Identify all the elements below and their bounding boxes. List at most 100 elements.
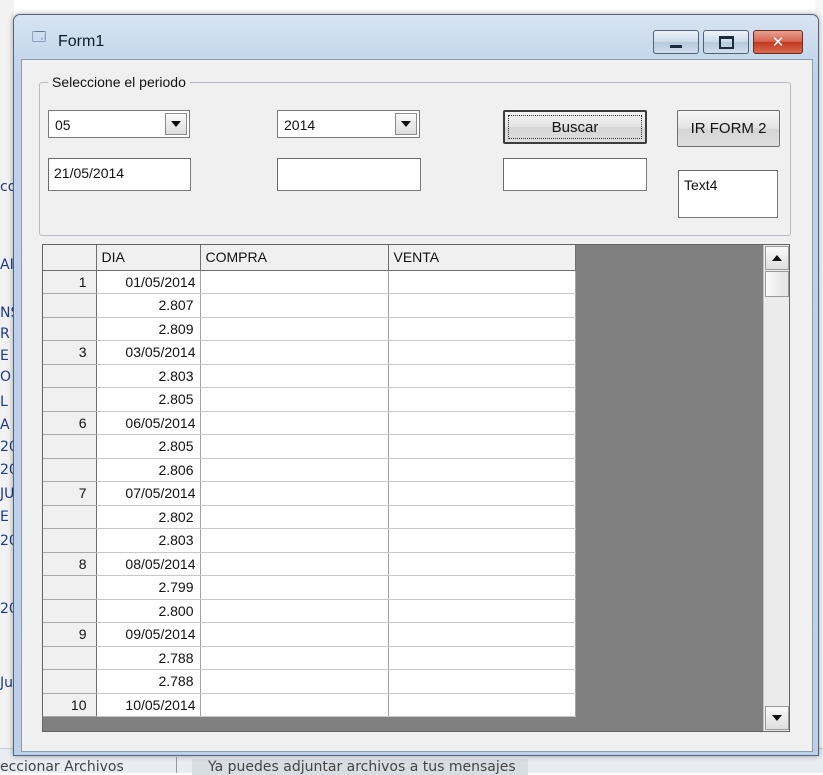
grid-row[interactable]: 2.803 xyxy=(43,528,576,553)
grid-cell-venta[interactable] xyxy=(388,669,576,694)
year-combo-dropdown-button[interactable] xyxy=(395,113,417,135)
grid-row[interactable]: 1 01/05/2014 xyxy=(43,270,576,294)
text4-field[interactable]: Text4 xyxy=(678,170,778,218)
grid-row-header[interactable]: 8 xyxy=(43,552,97,576)
grid-row[interactable]: 7 07/05/2014 xyxy=(43,481,576,506)
grid-cell-dia[interactable]: 10/05/2014 xyxy=(96,693,201,717)
close-button[interactable]: ✕ xyxy=(753,30,803,54)
grid-row-header[interactable] xyxy=(43,528,97,553)
grid-cell-compra[interactable] xyxy=(200,364,389,388)
grid-cell-dia[interactable]: 2.805 xyxy=(96,387,201,412)
grid-row-header[interactable] xyxy=(43,434,97,459)
grid-row[interactable]: 3 03/05/2014 xyxy=(43,340,576,365)
background-tab-attach-files[interactable]: Ya puedes adjuntar archivos a tus mensaj… xyxy=(192,759,528,775)
grid-cell-compra[interactable] xyxy=(200,505,389,529)
grid-cell-venta[interactable] xyxy=(388,270,576,294)
grid-cell-compra[interactable] xyxy=(200,340,389,365)
grid-cell-dia[interactable]: 2.788 xyxy=(96,646,201,670)
grid-row[interactable]: 2.788 xyxy=(43,669,576,694)
grid-cell-compra[interactable] xyxy=(200,693,389,717)
grid-cell-venta[interactable] xyxy=(388,293,576,318)
grid-row-header[interactable] xyxy=(43,646,97,670)
grid-cell-venta[interactable] xyxy=(388,387,576,412)
grid-cell-compra[interactable] xyxy=(200,481,389,506)
grid-cell-dia[interactable]: 08/05/2014 xyxy=(96,552,201,576)
grid-cell-dia[interactable]: 2.788 xyxy=(96,669,201,694)
grid-row-header[interactable]: 1 xyxy=(43,270,97,294)
grid-cell-venta[interactable] xyxy=(388,481,576,506)
grid-row-header[interactable] xyxy=(43,505,97,529)
minimize-button[interactable] xyxy=(653,30,699,54)
grid-cell-dia[interactable]: 2.799 xyxy=(96,575,201,600)
grid-vertical-scrollbar[interactable] xyxy=(763,245,789,731)
grid-row-header[interactable] xyxy=(43,599,97,623)
grid-cell-dia[interactable]: 2.805 xyxy=(96,434,201,459)
grid-row[interactable]: 10 10/05/2014 xyxy=(43,693,576,717)
grid-row-header[interactable] xyxy=(43,293,97,318)
grid-cell-compra[interactable] xyxy=(200,293,389,318)
grid-cell-venta[interactable] xyxy=(388,622,576,647)
grid-cell-venta[interactable] xyxy=(388,458,576,482)
grid-row-header[interactable]: 10 xyxy=(43,693,97,717)
grid-cell-venta[interactable] xyxy=(388,599,576,623)
grid-row[interactable]: 2.805 xyxy=(43,434,576,459)
grid-cell-compra[interactable] xyxy=(200,646,389,670)
grid-row[interactable]: 2.800 xyxy=(43,599,576,623)
grid-row[interactable]: 2.805 xyxy=(43,387,576,412)
grid-cell-dia[interactable]: 2.800 xyxy=(96,599,201,623)
scroll-up-button[interactable] xyxy=(765,246,789,270)
grid-cell-compra[interactable] xyxy=(200,622,389,647)
grid-cell-venta[interactable] xyxy=(388,646,576,670)
grid-cell-dia[interactable]: 2.809 xyxy=(96,317,201,341)
grid-row[interactable]: 9 09/05/2014 xyxy=(43,622,576,647)
grid-row[interactable]: 2.799 xyxy=(43,575,576,600)
grid-cell-dia[interactable]: 03/05/2014 xyxy=(96,340,201,365)
grid-row-header[interactable]: 6 xyxy=(43,411,97,435)
grid-cell-dia[interactable]: 07/05/2014 xyxy=(96,481,201,506)
grid-cell-compra[interactable] xyxy=(200,599,389,623)
grid-cell-venta[interactable] xyxy=(388,552,576,576)
grid-row-header[interactable] xyxy=(43,387,97,412)
grid-cell-dia[interactable]: 2.802 xyxy=(96,505,201,529)
grid-cell-dia[interactable]: 2.806 xyxy=(96,458,201,482)
text-field-3[interactable] xyxy=(503,158,647,191)
grid-row[interactable]: 6 06/05/2014 xyxy=(43,411,576,435)
month-combo[interactable]: 05 xyxy=(48,110,190,138)
grid-row[interactable]: 2.803 xyxy=(43,364,576,388)
month-combo-dropdown-button[interactable] xyxy=(165,113,187,135)
grid-row[interactable]: 2.807 xyxy=(43,293,576,318)
grid-row[interactable]: 2.802 xyxy=(43,505,576,529)
scroll-down-button[interactable] xyxy=(765,706,789,730)
grid-cell-compra[interactable] xyxy=(200,434,389,459)
data-grid[interactable]: DIA COMPRA VENTA 1 01/05/2014 2.807 2.809 3 03/… xyxy=(42,244,790,732)
grid-cell-venta[interactable] xyxy=(388,411,576,435)
grid-cell-venta[interactable] xyxy=(388,434,576,459)
grid-row-header[interactable]: 9 xyxy=(43,622,97,647)
grid-cell-compra[interactable] xyxy=(200,387,389,412)
grid-cell-venta[interactable] xyxy=(388,364,576,388)
grid-cell-compra[interactable] xyxy=(200,669,389,694)
ir-form2-button[interactable]: IR FORM 2 xyxy=(677,110,780,147)
grid-row[interactable]: 8 08/05/2014 xyxy=(43,552,576,576)
grid-cell-venta[interactable] xyxy=(388,693,576,717)
grid-row-header[interactable]: 3 xyxy=(43,340,97,365)
date-field[interactable]: 21/05/2014 xyxy=(48,158,191,191)
grid-cell-venta[interactable] xyxy=(388,340,576,365)
grid-cell-compra[interactable] xyxy=(200,552,389,576)
grid-cell-venta[interactable] xyxy=(388,505,576,529)
grid-row-header[interactable] xyxy=(43,575,97,600)
grid-cell-dia[interactable]: 06/05/2014 xyxy=(96,411,201,435)
grid-cell-venta[interactable] xyxy=(388,528,576,553)
grid-row-header[interactable] xyxy=(43,458,97,482)
maximize-button[interactable] xyxy=(703,30,749,54)
grid-cell-compra[interactable] xyxy=(200,458,389,482)
grid-cell-compra[interactable] xyxy=(200,270,389,294)
grid-cell-compra[interactable] xyxy=(200,411,389,435)
grid-row[interactable]: 2.809 xyxy=(43,317,576,341)
text-field-2[interactable] xyxy=(277,158,421,191)
grid-row[interactable]: 2.806 xyxy=(43,458,576,482)
buscar-button[interactable]: Buscar xyxy=(503,110,647,144)
grid-cell-dia[interactable]: 2.803 xyxy=(96,364,201,388)
grid-row-header[interactable] xyxy=(43,669,97,694)
grid-cell-compra[interactable] xyxy=(200,528,389,553)
